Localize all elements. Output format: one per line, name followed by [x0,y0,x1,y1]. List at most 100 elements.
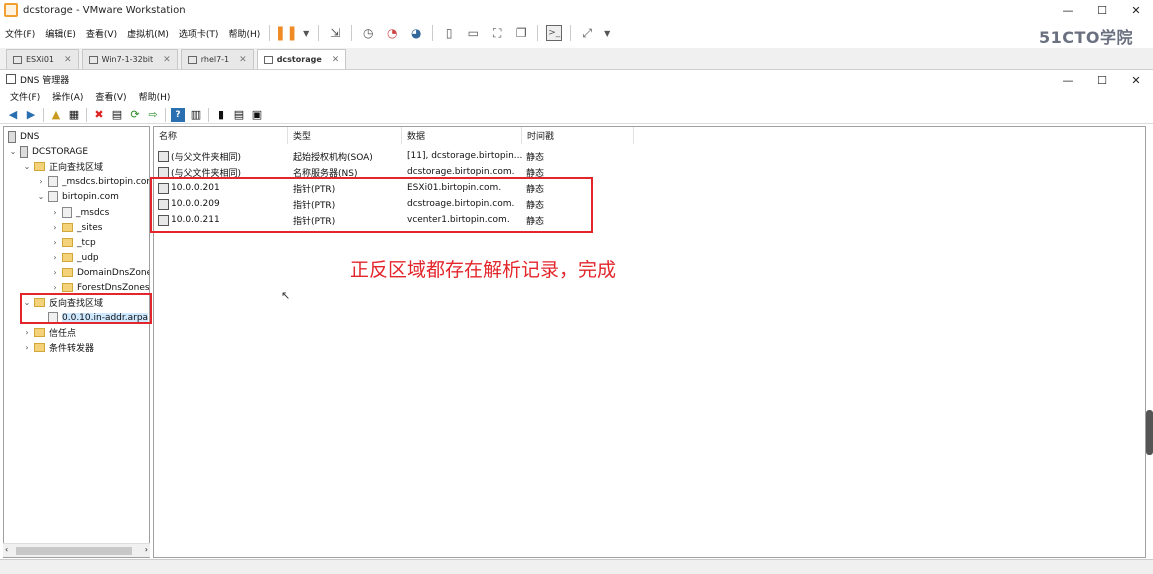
tree-item-label: 正向查找区域 [49,163,104,173]
snapshot-icon[interactable]: ◷ [360,25,376,41]
folder-icon [62,223,73,232]
chevron-right-icon[interactable]: › [50,238,60,247]
chevron-right-icon[interactable]: › [36,177,46,186]
highlight-box-reverse-zone [20,293,152,324]
vertical-scroll-indicator[interactable] [1146,410,1153,455]
menu-tabs[interactable]: 选项卡(T) [174,27,224,40]
help-icon[interactable]: ? [171,107,185,122]
chevron-down-icon[interactable]: ▼ [603,25,611,41]
show-pane-icon[interactable]: ▥ [189,108,203,122]
thumbnail-view-icon[interactable]: ▭ [465,25,481,41]
tree-item-tcp[interactable]: › _tcp [50,235,95,250]
chevron-down-icon[interactable]: ⌄ [36,192,46,201]
scrollbar-thumb[interactable] [16,547,132,555]
dns-icon [8,130,16,143]
tab-rhel7[interactable]: rhel7-1 ✕ [180,49,254,69]
chevron-down-icon[interactable]: ▼ [302,25,310,41]
chevron-right-icon[interactable]: › [50,283,60,292]
vm-icon [88,55,98,64]
close-icon[interactable]: ✕ [332,55,340,65]
chevron-right-icon[interactable]: › [50,253,60,262]
chevron-right-icon[interactable]: › [50,268,60,277]
close-button[interactable]: ✕ [1119,0,1153,20]
column-header-type[interactable]: 类型 [288,127,402,144]
unity-icon[interactable]: ❐ [513,25,529,41]
vm-icon [13,55,22,64]
server-icon[interactable]: ▮ [214,108,228,122]
chevron-right-icon[interactable]: › [22,328,32,337]
menu-view[interactable]: 查看(V) [81,27,122,40]
menu-file[interactable]: 文件(F) [0,27,40,40]
dns-menu-action[interactable]: 操作(A) [46,90,89,103]
dns-menu-help[interactable]: 帮助(H) [133,90,177,103]
toolbar-separator [351,25,353,41]
tab-win7[interactable]: Win7-1-32bit ✕ [81,49,178,69]
up-folder-icon[interactable]: ▲ [49,108,63,122]
chevron-down-icon[interactable]: ⌄ [8,147,18,156]
stretch-icon[interactable]: ⤢ [579,25,595,41]
dns-minimize-button[interactable]: — [1051,70,1085,90]
chevron-right-icon[interactable]: › [22,343,32,352]
tree-item-label: 信任点 [49,329,77,339]
menu-vm[interactable]: 虚拟机(M) [122,27,174,40]
revert-snapshot-icon[interactable]: ◔ [384,25,400,41]
tree-item-label: DCSTORAGE [32,146,89,157]
tab-esxi01[interactable]: ESXi01 ✕ [6,49,79,69]
chevron-right-icon[interactable]: › [50,223,60,232]
show-tree-icon[interactable]: ▦ [67,108,81,122]
minimize-button[interactable]: — [1051,0,1085,20]
pause-icon[interactable]: ❚❚ [275,25,298,41]
column-header-timestamp[interactable]: 时间戳 [522,127,634,144]
tab-label: rhel7-1 [200,55,230,64]
console-icon[interactable]: >_ [546,25,563,41]
tree-item-server[interactable]: ⌄ DCSTORAGE [8,144,88,159]
folder-icon [34,162,45,171]
library-view-icon[interactable]: ▯ [441,25,457,41]
tree-item-trust-points[interactable]: › 信任点 [22,325,76,340]
tree-item-domaindnszones[interactable]: › DomainDnsZones [50,265,149,280]
tab-dcstorage[interactable]: dcstorage ✕ [256,49,347,69]
tree-item-sites[interactable]: › _sites [50,220,102,235]
menu-help[interactable]: 帮助(H) [223,27,265,40]
export-icon[interactable]: ⇨ [146,108,160,122]
dns-tree-pane[interactable]: DNS ⌄ DCSTORAGE ⌄ 正向查找区域 › _msdcs.birtop… [3,126,150,558]
delete-icon[interactable]: ✖ [92,108,106,122]
properties-icon[interactable]: ▤ [110,108,124,122]
chevron-down-icon[interactable]: ⌄ [22,162,32,171]
tree-item-udp[interactable]: › _udp [50,250,99,265]
column-header-name[interactable]: 名称 [154,127,288,144]
tree-item-birtopin[interactable]: ⌄ birtopin.com [36,189,119,204]
dns-menu-file[interactable]: 文件(F) [4,90,46,103]
refresh-icon[interactable]: ⟳ [128,108,142,122]
close-icon[interactable]: ✕ [163,55,171,65]
list-icon[interactable]: ▤ [232,108,246,122]
cell-timestamp: 静态 [526,152,545,163]
tree-horizontal-scrollbar[interactable]: ‹ › [3,543,150,557]
forward-icon[interactable]: ▶ [24,108,38,122]
dns-maximize-button[interactable]: ☐ [1085,70,1119,90]
scroll-left-icon[interactable]: ‹ [5,545,8,554]
dns-manager-titlebar: DNS 管理器 — ☐ ✕ [0,70,1153,88]
details-icon[interactable]: ▣ [250,108,264,122]
tree-item-label: _udp [77,252,99,263]
tree-item-msdcs-zone[interactable]: › _msdcs.birtopin.com [36,174,149,189]
dns-close-button[interactable]: ✕ [1119,70,1153,90]
fullscreen-icon[interactable]: ⛶ [489,25,505,41]
back-icon[interactable]: ◀ [6,108,20,122]
table-row[interactable]: (与父文件夹相同) 起始授权机构(SOA) [11], dcstorage.bi… [154,148,634,164]
tree-item-forward-zones[interactable]: ⌄ 正向查找区域 [22,159,103,174]
close-icon[interactable]: ✕ [239,55,247,65]
record-icon [158,150,169,162]
scroll-right-icon[interactable]: › [145,545,148,554]
close-icon[interactable]: ✕ [64,55,72,65]
chevron-right-icon[interactable]: › [50,208,60,217]
dns-menu-view[interactable]: 查看(V) [89,90,132,103]
tree-item-forwarders[interactable]: › 条件转发器 [22,340,94,355]
menu-edit[interactable]: 编辑(E) [40,27,81,40]
column-header-data[interactable]: 数据 [402,127,522,144]
tree-item-dns[interactable]: DNS [6,129,39,144]
snapshot-manager-icon[interactable]: ◕ [408,25,424,41]
tree-item-msdcs[interactable]: › _msdcs [50,205,109,220]
send-ctrl-alt-del-icon[interactable]: ⇲ [327,25,343,41]
maximize-button[interactable]: ☐ [1085,0,1119,20]
